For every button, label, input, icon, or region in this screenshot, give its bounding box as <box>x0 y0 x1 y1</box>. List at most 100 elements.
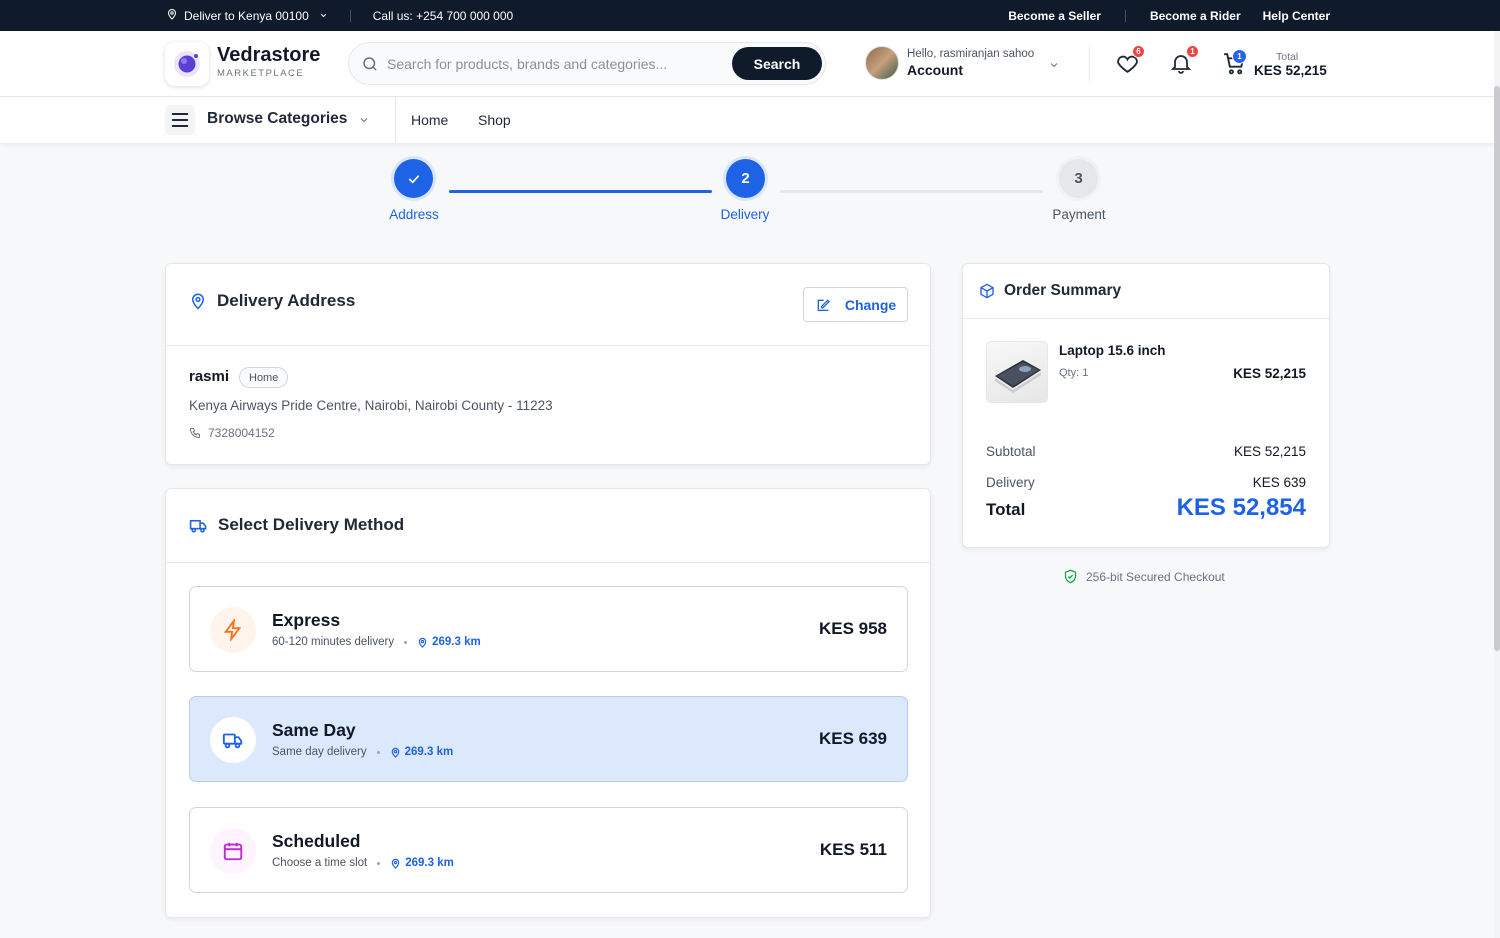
delivery-fee-label: Delivery <box>986 475 1035 490</box>
distance-value: 269.3 km <box>405 857 454 869</box>
divider <box>1089 47 1090 81</box>
delivery-option-details: 60-120 minutes delivery 269.3 km <box>272 636 481 648</box>
account-label: Account <box>907 62 963 78</box>
logo[interactable] <box>165 42 209 86</box>
step-payment-label: Payment <box>1052 207 1106 222</box>
delivery-option-same-day[interactable]: Same Day Same day delivery 269.3 km KES … <box>189 696 908 782</box>
total-row: Total KES 52,854 <box>986 494 1306 522</box>
delivery-option-name: Scheduled <box>272 831 361 851</box>
delivery-option-distance: 269.3 km <box>390 746 454 758</box>
address-phone: 7328004152 <box>189 426 275 440</box>
avatar <box>865 46 899 80</box>
delivery-option-name: Express <box>272 610 341 630</box>
delivery-method-title: Select Delivery Method <box>218 515 405 534</box>
delivery-option-price: KES 958 <box>818 619 887 638</box>
delivery-address-card: Delivery Address Change rasmi Home Kenya… <box>165 263 931 465</box>
delivery-fee-row: Delivery KES 639 <box>986 475 1306 490</box>
phone-number: 7328004152 <box>208 426 275 440</box>
account-text: Hello, rasmiranjan sahoo Account <box>907 48 1034 78</box>
distance-value: 269.3 km <box>404 746 454 758</box>
address-name: rasmi <box>189 368 230 385</box>
search-icon <box>361 55 379 78</box>
menu-button[interactable] <box>165 105 195 135</box>
subtotal-value: KES 52,215 <box>1233 444 1306 459</box>
laptop-image <box>995 360 1041 393</box>
secure-checkout-text: 256-bit Secured Checkout <box>1086 569 1225 584</box>
divider <box>166 562 930 563</box>
cart-total[interactable]: Total KES 52,215 <box>1254 51 1327 78</box>
cart-total-value: KES 52,215 <box>1254 63 1327 78</box>
subtotal-label: Subtotal <box>986 444 1036 459</box>
divider <box>349 9 351 22</box>
delivery-option-desc: Same day delivery <box>272 746 367 758</box>
search-bar: Search <box>348 42 826 85</box>
location-pin-icon <box>391 747 399 758</box>
subtotal-row: Subtotal KES 52,215 <box>986 444 1306 459</box>
divider <box>166 345 930 346</box>
deliver-to-selector[interactable]: Deliver to Kenya 00100 <box>166 8 328 23</box>
scrollbar-thumb[interactable] <box>1494 86 1500 651</box>
cart-button[interactable]: 1 <box>1222 49 1248 77</box>
product-thumbnail[interactable] <box>986 341 1048 403</box>
notifications-button[interactable]: 1 <box>1169 45 1199 77</box>
cart-count-badge: 1 <box>1232 49 1247 64</box>
dot-separator <box>404 640 408 644</box>
change-label: Change <box>844 296 897 313</box>
top-bar: Deliver to Kenya 00100 Call us: +254 700… <box>0 0 1500 31</box>
check-icon <box>408 174 419 184</box>
delivery-method-heading: Select Delivery Method <box>189 515 404 535</box>
address-type-badge: Home <box>239 367 289 388</box>
delivery-option-details: Same day delivery 269.3 km <box>272 746 453 758</box>
search-button[interactable]: Search <box>732 47 822 80</box>
search-input[interactable] <box>387 53 727 75</box>
delivery-option-details: Choose a time slot 269.3 km <box>272 857 454 869</box>
dot-separator <box>376 750 380 754</box>
bolt-icon <box>210 607 256 653</box>
calendar-icon <box>210 828 256 874</box>
nav-link-shop[interactable]: Shop <box>478 112 511 128</box>
delivery-method-card: Select Delivery Method Express 60-120 mi… <box>165 488 931 918</box>
step-address-circle[interactable] <box>394 159 433 198</box>
nav-link-home[interactable]: Home <box>411 112 448 128</box>
total-label: Total <box>986 500 1026 519</box>
divider <box>963 318 1329 319</box>
wishlist-button[interactable]: 6 <box>1115 45 1145 77</box>
delivery-option-scheduled[interactable]: Scheduled Choose a time slot 269.3 km KE… <box>189 807 908 893</box>
location-pin-icon <box>391 858 400 869</box>
become-rider-link[interactable]: Become a Rider <box>1150 9 1241 23</box>
product-price: KES 52,215 <box>1233 366 1306 381</box>
edit-icon <box>817 298 830 311</box>
chevron-down-icon <box>319 9 328 23</box>
page-scrollbar[interactable] <box>1494 31 1500 938</box>
main-header: Vedrastore MARKETPLACE Search Hello, ras… <box>0 31 1494 97</box>
browse-categories-button[interactable]: Browse Categories <box>207 110 347 128</box>
location-pin-icon <box>166 8 178 23</box>
account-menu[interactable]: Hello, rasmiranjan sahoo Account <box>865 46 1058 80</box>
change-address-button[interactable]: Change <box>803 287 908 322</box>
phone-icon <box>189 428 200 439</box>
divider <box>1124 9 1126 22</box>
step-connector-complete <box>449 190 712 193</box>
help-center-link[interactable]: Help Center <box>1263 9 1330 23</box>
address-line: Kenya Airways Pride Centre, Nairobi, Nai… <box>189 398 553 413</box>
total-value: KES 52,854 <box>1176 494 1306 521</box>
top-bar-links: Become a Seller Become a Rider Help Cent… <box>1008 0 1330 31</box>
dot-separator <box>377 861 381 865</box>
package-icon <box>980 283 994 299</box>
step-connector-pending <box>780 190 1043 193</box>
become-seller-link[interactable]: Become a Seller <box>1008 9 1101 23</box>
delivery-option-price: KES 511 <box>819 840 887 859</box>
delivery-option-price: KES 639 <box>818 729 887 748</box>
distance-value: 269.3 km <box>432 636 481 648</box>
location-pin-icon <box>191 293 205 310</box>
notification-count-badge: 1 <box>1186 45 1199 58</box>
delivery-option-express[interactable]: Express 60-120 minutes delivery 269.3 km… <box>189 586 908 672</box>
secure-checkout-note: 256-bit Secured Checkout <box>1063 569 1225 584</box>
delivery-option-distance: 269.3 km <box>417 636 481 648</box>
delivery-option-desc: 60-120 minutes delivery <box>272 636 395 648</box>
step-delivery-circle[interactable]: 2 <box>726 159 765 198</box>
delivery-fee-value: KES 639 <box>1252 475 1306 490</box>
shield-check-icon <box>1064 569 1077 584</box>
brand[interactable]: Vedrastore MARKETPLACE <box>217 44 320 79</box>
step-delivery-label: Delivery <box>720 207 770 222</box>
